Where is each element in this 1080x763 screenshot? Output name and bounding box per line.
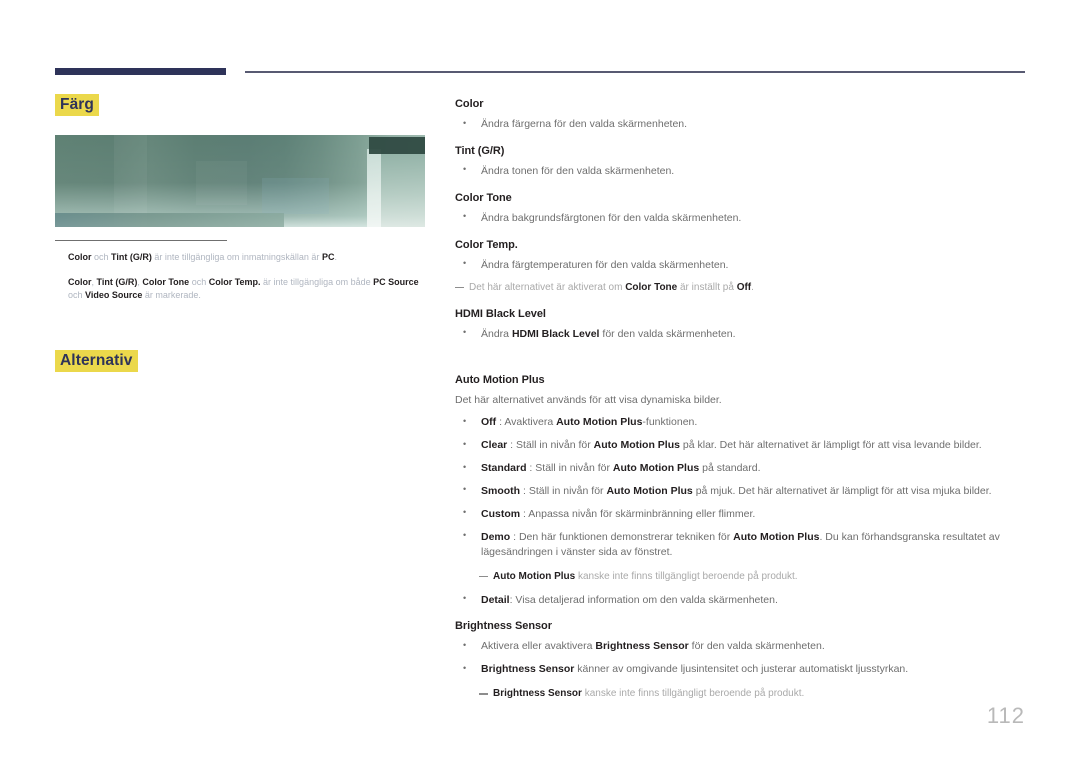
emphasis-term: Auto Motion Plus <box>593 439 680 452</box>
setting-bullet-item: Clear : Ställ in nivån för Auto Motion P… <box>455 438 1025 453</box>
setting-term-color: Color <box>455 98 484 110</box>
setting-term-tint-g-r: Tint (G/R) <box>455 144 505 157</box>
screenshot-lower-band <box>55 213 285 228</box>
setting-bullet-item: Ändra bakgrundsfärgtonen för den valda s… <box>455 210 1025 226</box>
menu-screenshot-thumbnail <box>55 135 425 228</box>
emphasis-term: Brightness Sensor <box>481 663 575 676</box>
left-notes: Color och Tint (G/R) är inte tillgänglig… <box>55 251 430 302</box>
emphasis-term: Auto Motion Plus <box>493 570 576 582</box>
emphasis-term: Off <box>736 281 752 293</box>
screenshot-smudge-c <box>262 177 329 215</box>
page-header-rules <box>0 68 1080 78</box>
setting-bullet-list: Ändra bakgrundsfärgtonen för den valda s… <box>455 210 1025 226</box>
emphasis-term: Video Source <box>85 290 143 301</box>
setting-bullet-list: Ändra HDMI Black Level för den valda skä… <box>455 326 1025 342</box>
setting-bullet-item: Off : Avaktivera Auto Motion Plus-funkti… <box>455 415 1025 430</box>
setting-bullet-list: Ändra färgtemperaturen för den valda skä… <box>455 257 1025 273</box>
emphasis-term: Demo <box>481 530 511 543</box>
setting-bullet-list: Off : Avaktivera Auto Motion Plus-funkti… <box>455 415 1025 559</box>
emphasis-term: Custom <box>481 507 521 520</box>
emphasis-term: Auto Motion Plus <box>606 484 693 497</box>
emphasis-term: Color <box>68 252 92 263</box>
setting-bullet-item: Custom : Anpassa nivån för skärminbränni… <box>455 506 1025 522</box>
left-note-paragraph: Color, Tint (G/R), Color Tone och Color … <box>68 277 419 301</box>
setting-bullet-item: Ändra HDMI Black Level för den valda skä… <box>455 326 1025 342</box>
emphasis-term: Color Temp. <box>208 277 261 288</box>
header-accent-bar <box>55 68 226 75</box>
right-column: Color Ändra färgerna för den valda skärme… <box>455 98 1025 710</box>
left-column: Färg Color och Tint (G/R) är inte tillgä… <box>55 94 430 303</box>
setting-term-color-temp: Color Temp. <box>455 238 518 251</box>
screenshot-pale-right <box>381 154 425 228</box>
section-heading-alternativ-wrap: Alternativ <box>55 350 138 373</box>
page-number: 112 <box>986 703 1025 728</box>
emphasis-term: Tint (G/R) <box>111 252 152 263</box>
emphasis-term: Color Tone <box>142 277 190 288</box>
emphasis-term: Brightness Sensor <box>493 688 582 700</box>
setting-trailing-note: Brightness Sensor kanske inte finns till… <box>455 687 1025 701</box>
emphasis-term: Color Tone <box>625 281 678 293</box>
setting-bullet-item: Ändra tonen för den valda skärmenheten. <box>455 163 1025 179</box>
setting-bullet-item: Standard : Ställ in nivån för Auto Motio… <box>455 461 1025 476</box>
setting-bullet-list: Ändra tonen för den valda skärmenheten. <box>455 163 1025 179</box>
screenshot-dark-bar <box>369 137 425 155</box>
left-note-divider <box>55 240 227 242</box>
emphasis-term: Smooth <box>481 484 521 497</box>
setting-term-brightness-sensor: Brightness Sensor <box>455 620 552 633</box>
screenshot-pale-column <box>367 149 381 228</box>
setting-term-auto-motion-plus: Auto Motion Plus <box>455 373 545 386</box>
emphasis-term: Standard <box>481 462 527 475</box>
emphasis-term: Detail <box>481 593 510 606</box>
setting-term-color-tone: Color Tone <box>455 191 512 204</box>
emphasis-term: Auto Motion Plus <box>733 530 820 543</box>
setting-bullet-item: Aktivera eller avaktivera Brightness Sen… <box>455 639 1025 654</box>
setting-bullet-item: Smooth : Ställ in nivån för Auto Motion … <box>455 483 1025 499</box>
emphasis-term: Auto Motion Plus <box>556 416 643 429</box>
setting-intro-text: Det här alternativet används för att vis… <box>455 393 722 406</box>
emphasis-term: PC Source <box>373 277 419 288</box>
setting-bullet-list: Ändra färgerna för den valda skärmenhete… <box>455 117 1025 132</box>
setting-term-hdmi-black-level: HDMI Black Level <box>455 307 546 320</box>
setting-bullet-item: Ändra färgtemperaturen för den valda skä… <box>455 257 1025 273</box>
setting-bullet-item: Demo : Den här funktionen demonstrerar t… <box>455 529 1025 560</box>
emphasis-term: Brightness Sensor <box>595 640 689 653</box>
emphasis-term: Off <box>481 416 497 429</box>
section-heading-farg: Färg <box>55 94 99 117</box>
screenshot-smudge-b <box>195 161 248 206</box>
emphasis-term: HDMI Black Level <box>511 327 600 340</box>
setting-bullet-item: Detail: Visa detaljerad information om d… <box>455 592 1025 608</box>
left-note-paragraph: Color och Tint (G/R) är inte tillgänglig… <box>68 252 337 263</box>
setting-inline-note: Auto Motion Plus kanske inte finns tillg… <box>455 570 1025 584</box>
section-heading-alternativ: Alternativ <box>55 350 138 373</box>
emphasis-term: Auto Motion Plus <box>612 462 700 475</box>
setting-bullet-list-after: Detail: Visa detaljerad information om d… <box>455 592 1025 608</box>
setting-bullet-item: Ändra färgerna för den valda skärmenhete… <box>455 117 1025 132</box>
setting-note: Det här alternativet är aktiverat om Col… <box>455 281 1025 295</box>
emphasis-term: PC <box>321 252 335 263</box>
setting-bullet-item: Brightness Sensor känner av omgivande lj… <box>455 662 1025 677</box>
emphasis-term: Clear <box>481 439 508 452</box>
header-thin-rule <box>245 71 1025 73</box>
emphasis-term: Color <box>68 277 92 288</box>
setting-bullet-list: Aktivera eller avaktivera Brightness Sen… <box>455 639 1025 677</box>
emphasis-term: Tint (G/R) <box>96 277 138 288</box>
